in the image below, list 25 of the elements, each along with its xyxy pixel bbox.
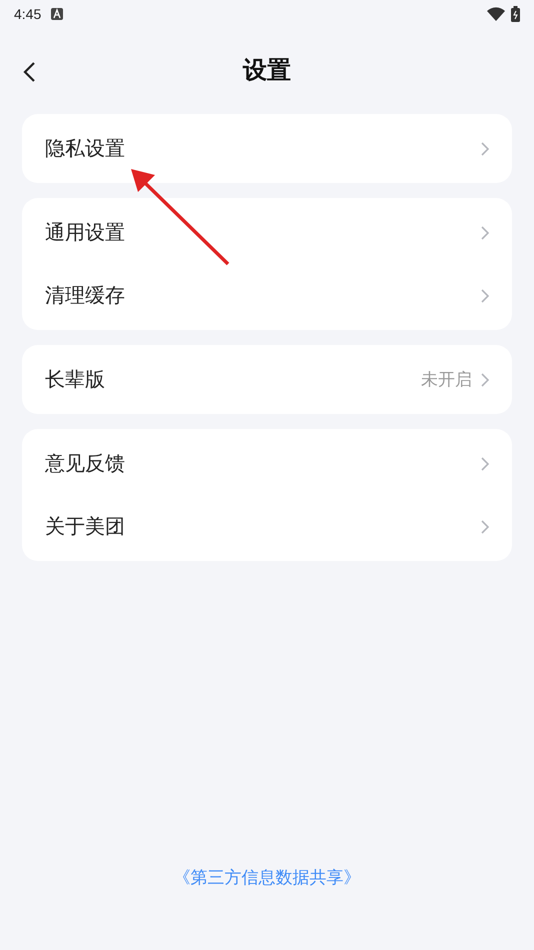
chevron-right-icon: [480, 288, 490, 304]
row-label: 清理缓存: [45, 284, 125, 308]
back-icon[interactable]: [22, 61, 36, 83]
battery-icon: [511, 6, 520, 22]
settings-row[interactable]: 隐私设置: [22, 117, 512, 180]
settings-row[interactable]: 通用设置: [22, 201, 512, 264]
row-label: 通用设置: [45, 220, 125, 246]
row-label: 关于美团: [45, 514, 125, 540]
settings-row[interactable]: 意见反馈: [22, 432, 512, 495]
row-label: 意见反馈: [45, 452, 125, 476]
row-value: 未开启: [421, 368, 472, 391]
chevron-right-icon: [480, 456, 490, 472]
page-title: 设置: [243, 56, 291, 86]
settings-row[interactable]: 长辈版 未开启: [22, 348, 512, 411]
settings-row[interactable]: 清理缓存: [22, 264, 512, 327]
status-time: 4:45: [14, 4, 42, 24]
row-label: 隐私设置: [45, 136, 125, 162]
row-label: 长辈版: [45, 368, 105, 392]
chevron-right-icon: [480, 140, 490, 156]
settings-row[interactable]: 关于美团: [22, 495, 512, 558]
wifi-icon: [487, 7, 505, 21]
chevron-right-icon: [480, 372, 490, 388]
chevron-right-icon: [480, 224, 490, 240]
chevron-right-icon: [480, 518, 490, 534]
notification-icon: [51, 8, 64, 20]
